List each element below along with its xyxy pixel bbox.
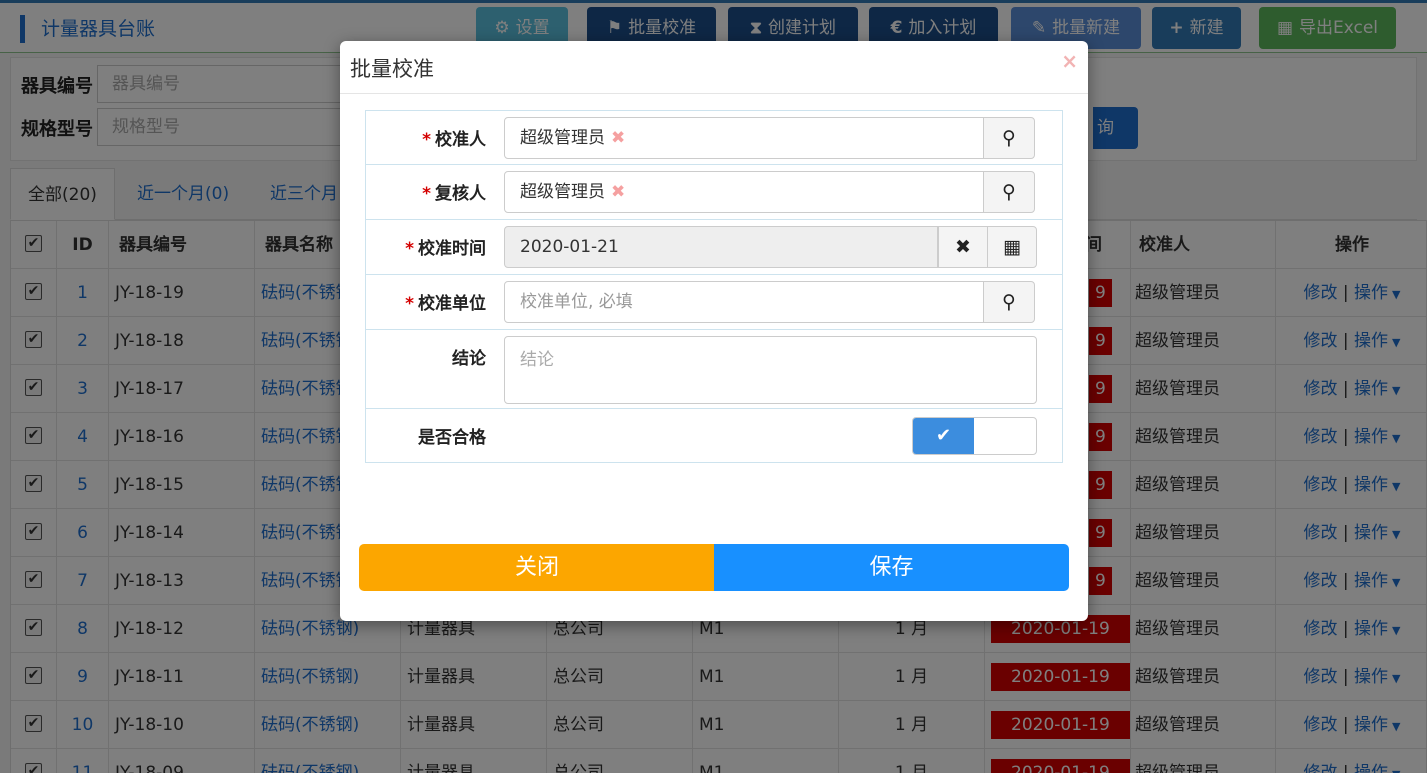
remove-calibrator-icon[interactable]: ✖ bbox=[611, 128, 625, 148]
calendar-button[interactable]: ▦ bbox=[987, 226, 1037, 268]
conclusion-textarea[interactable]: 结论 bbox=[504, 336, 1037, 404]
qualified-row: 是否合格 ✔ bbox=[365, 409, 1063, 463]
calibration-date-input[interactable]: 2020-01-21 bbox=[504, 226, 938, 268]
qualified-toggle[interactable]: ✔ bbox=[912, 417, 1037, 455]
reviewer-row: * 复核人 超级管理员 ✖ ⚲ bbox=[365, 165, 1063, 220]
calibrator-label: * 校准人 bbox=[422, 130, 486, 150]
reviewer-search-button[interactable]: ⚲ bbox=[983, 171, 1035, 213]
clear-icon: ✖ bbox=[955, 236, 971, 258]
search-icon: ⚲ bbox=[1002, 291, 1016, 313]
conclusion-row: 结论 结论 bbox=[365, 330, 1063, 409]
remove-reviewer-icon[interactable]: ✖ bbox=[611, 182, 625, 202]
check-icon: ✔ bbox=[913, 418, 974, 454]
calibrator-field[interactable]: 超级管理员 ✖ bbox=[504, 117, 984, 159]
reviewer-label: * 复核人 bbox=[422, 184, 486, 204]
dialog-header: 批量校准 × bbox=[340, 41, 1088, 94]
calibration-unit-input[interactable]: 校准单位, 必填 bbox=[504, 281, 984, 323]
unit-search-button[interactable]: ⚲ bbox=[983, 281, 1035, 323]
calibration-date-row: * 校准时间 2020-01-21 ✖ ▦ bbox=[365, 220, 1063, 275]
dialog-title: 批量校准 bbox=[350, 57, 434, 81]
clear-date-button[interactable]: ✖ bbox=[938, 226, 988, 268]
calibration-date-label: * 校准时间 bbox=[405, 239, 486, 259]
close-button[interactable]: 关闭 bbox=[359, 544, 715, 591]
reviewer-field[interactable]: 超级管理员 ✖ bbox=[504, 171, 984, 213]
app-root: 计量器具台账 ⚙设置 ⚑批量校准 ⧗创建计划 €加入计划 ✎批量新建 +新建 ▦… bbox=[0, 0, 1427, 773]
search-icon: ⚲ bbox=[1002, 181, 1016, 203]
qualified-label: 是否合格 bbox=[418, 428, 486, 448]
close-icon[interactable]: × bbox=[1061, 49, 1078, 73]
calendar-icon: ▦ bbox=[1003, 236, 1021, 258]
conclusion-label: 结论 bbox=[452, 349, 486, 369]
search-icon: ⚲ bbox=[1002, 127, 1016, 149]
calibration-unit-label: * 校准单位 bbox=[405, 294, 486, 314]
calibrator-row: * 校准人 超级管理员 ✖ ⚲ bbox=[365, 110, 1063, 165]
calibrator-search-button[interactable]: ⚲ bbox=[983, 117, 1035, 159]
save-button[interactable]: 保存 bbox=[714, 544, 1069, 591]
batch-calibrate-dialog: 批量校准 × * 校准人 超级管理员 ✖ ⚲ * 复核人 超级管理员 ✖ ⚲ * 校准时间… bbox=[340, 41, 1088, 621]
calibration-unit-row: * 校准单位 校准单位, 必填 ⚲ bbox=[365, 275, 1063, 330]
